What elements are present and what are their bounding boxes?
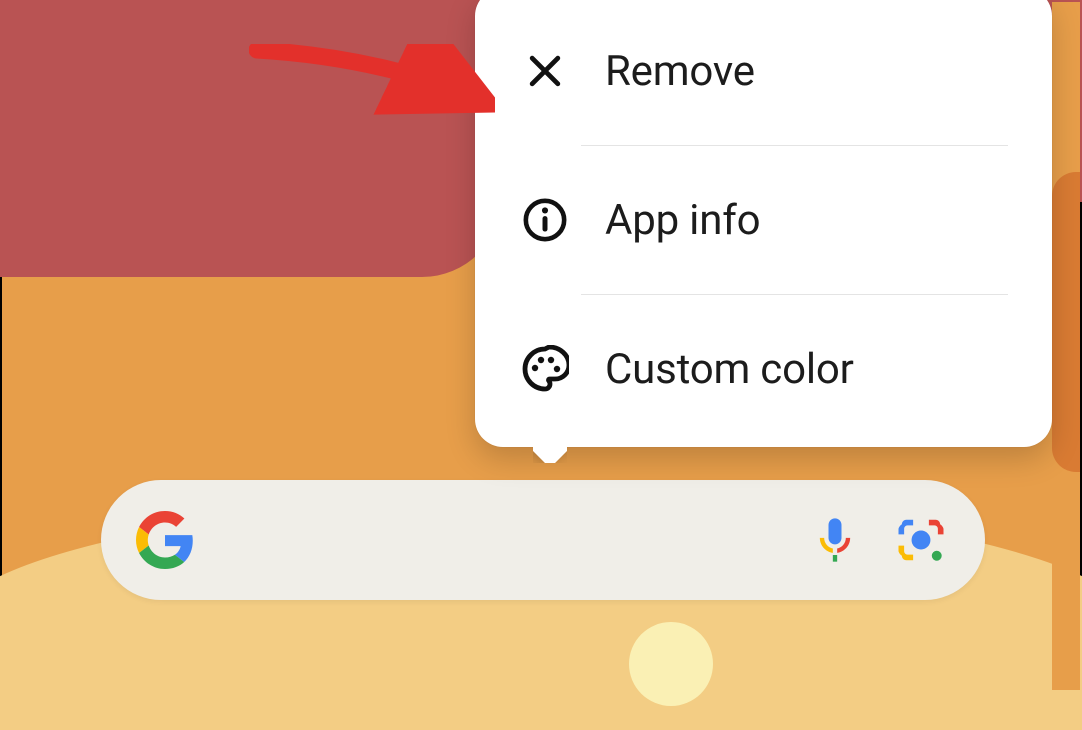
menu-item-label: App info bbox=[605, 196, 760, 245]
menu-item-custom-color[interactable]: Custom color bbox=[475, 295, 1052, 443]
menu-item-label: Custom color bbox=[605, 345, 854, 394]
google-logo-icon bbox=[135, 510, 195, 570]
menu-item-app-info[interactable]: App info bbox=[475, 146, 1052, 294]
mic-icon[interactable] bbox=[805, 510, 865, 570]
google-search-widget[interactable] bbox=[101, 480, 985, 600]
x-icon bbox=[521, 47, 569, 95]
palette-icon bbox=[521, 345, 569, 393]
info-icon bbox=[521, 196, 569, 244]
menu-item-label: Remove bbox=[605, 47, 755, 96]
widget-context-menu: Remove App info Custom color bbox=[475, 0, 1052, 447]
menu-item-remove[interactable]: Remove bbox=[475, 0, 1052, 145]
lens-icon[interactable] bbox=[891, 510, 951, 570]
